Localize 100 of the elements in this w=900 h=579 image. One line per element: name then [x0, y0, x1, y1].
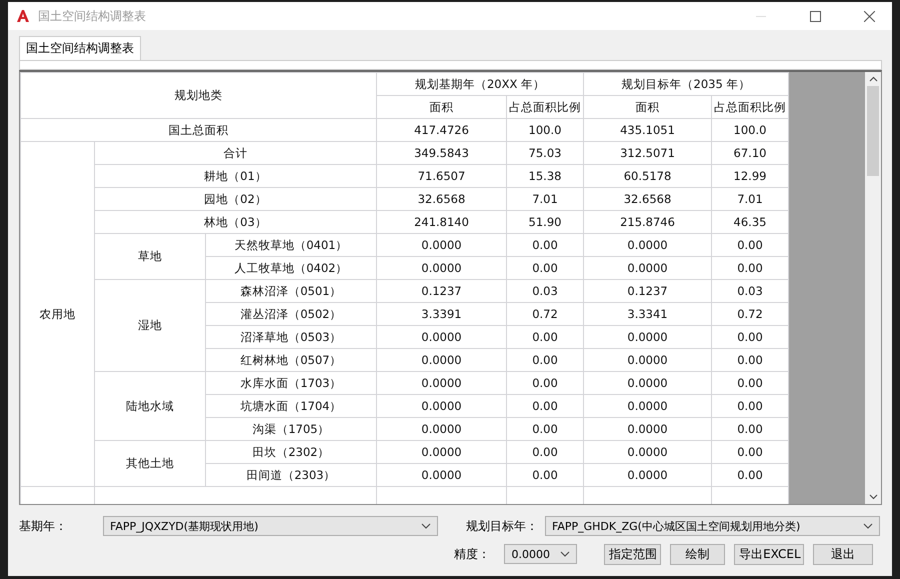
table-cell: 0.00	[712, 256, 788, 280]
table-cell: 陆地水域	[94, 372, 206, 440]
table-cell: 0.0000	[584, 256, 712, 280]
table-cell: 0.00	[712, 394, 788, 418]
table-cell: 0.72	[506, 302, 584, 326]
table-cell: 32.6568	[584, 188, 712, 210]
table-cell: 7.01	[712, 188, 788, 210]
table-cell: 天然牧草地（0401）	[206, 234, 376, 256]
table-cell: 田间道（2303）	[206, 464, 376, 486]
table-cell: 其他土地	[94, 440, 206, 486]
field-label: 规划目标年：	[466, 518, 539, 534]
table-cell: 0.0000	[376, 234, 506, 256]
table-cell: 0.1237	[584, 280, 712, 302]
table-cell: 规划基期年（20XX 年）	[376, 72, 584, 96]
table-cell: 0.0000	[376, 394, 506, 418]
table-cell: 67.10	[712, 142, 788, 164]
table-cell: 耕地（01）	[94, 164, 376, 188]
table-cell: 0.00	[712, 348, 788, 372]
table-cell: 349.5843	[376, 142, 506, 164]
table-cell: 灌丛沼泽（0502）	[206, 302, 376, 326]
table-cell: 12.99	[712, 164, 788, 188]
action-button[interactable]: 导出EXCEL	[734, 544, 804, 564]
close-icon	[864, 10, 874, 22]
table-cell: 0.0000	[376, 372, 506, 394]
table-cell: 0.00	[506, 464, 584, 486]
table-cell: 沼泽草地（0503）	[206, 326, 376, 348]
maximize-icon	[810, 10, 820, 22]
table-cell: 0.0000	[376, 440, 506, 464]
target-year-dropdown[interactable]: FAPP_GHDK_ZG(中心城区国土空间规划用地分类)	[545, 516, 880, 536]
table-cell: 7.01	[506, 188, 584, 210]
table-cell: 32.6568	[376, 188, 506, 210]
table-cell: 合计	[94, 142, 376, 164]
table-cell: 沟渠（1705）	[206, 418, 376, 440]
table-cell: 0.00	[506, 418, 584, 440]
app-logo-icon	[16, 9, 30, 23]
table-cell: 0.00	[712, 372, 788, 394]
table-cell: 215.8746	[584, 210, 712, 234]
tab[interactable]: 国土空间结构调整表	[19, 36, 141, 60]
scrollbar-thumb[interactable]	[867, 86, 879, 176]
table-cell: 46.35	[712, 210, 788, 234]
table-cell: 面积	[376, 96, 506, 118]
table-cell: 0.0000	[584, 372, 712, 394]
table-cell: 人工牧草地（0402）	[206, 256, 376, 280]
table-cell: 田坎（2302）	[206, 440, 376, 464]
table-cell: 0.0000	[584, 394, 712, 418]
table-cell: 农用地	[20, 142, 94, 486]
table-cell: 0.00	[506, 440, 584, 464]
table-cell: 0.0000	[584, 440, 712, 464]
table-cell: 0.00	[506, 326, 584, 348]
table-cell: 0.0000	[584, 234, 712, 256]
table-cell: 71.6507	[376, 164, 506, 188]
table-cell: 林地（03）	[94, 210, 376, 234]
table-cell: 312.5071	[584, 142, 712, 164]
table-cell: 0.72	[712, 302, 788, 326]
table-cell: 湿地	[94, 280, 206, 372]
base-year-dropdown[interactable]: FAPP_JQXZYD(基期现状用地)	[103, 516, 438, 536]
table-cell: 0.03	[712, 280, 788, 302]
table-cell: 0.0000	[584, 418, 712, 440]
table-cell: 100.0	[506, 118, 584, 142]
table-cell: 60.5178	[584, 164, 712, 188]
table-cell: 占总面积比例	[506, 96, 584, 118]
table-cell: 417.4726	[376, 118, 506, 142]
table-cell: 0.0000	[584, 326, 712, 348]
table-cell: 0.1237	[376, 280, 506, 302]
window-title: 国土空间结构调整表	[38, 8, 147, 24]
action-button[interactable]: 指定范围	[604, 544, 662, 564]
scrollbar[interactable]	[865, 72, 881, 504]
table-cell: 0.00	[712, 440, 788, 464]
table-cell: 0.00	[712, 326, 788, 348]
field-label: 精度：	[454, 546, 491, 562]
table-cell: 0.0000	[376, 418, 506, 440]
chevron-down-icon	[560, 551, 570, 557]
table-cell: 森林沼泽（0501）	[206, 280, 376, 302]
table-cell: 0.00	[506, 394, 584, 418]
action-button[interactable]: 退出	[813, 544, 873, 564]
table-cell: 0.0000	[376, 464, 506, 486]
table-cell: 0.0000	[584, 348, 712, 372]
table-cell: 0.0000	[376, 326, 506, 348]
table-cell: 坑塘水面（1704）	[206, 394, 376, 418]
table-cell: 规划地类	[20, 72, 376, 118]
chevron-down-icon	[863, 523, 873, 529]
table-cell: 75.03	[506, 142, 584, 164]
table-cell: 0.03	[506, 280, 584, 302]
table-cell: 草地	[94, 234, 206, 280]
table-cell: 0.00	[712, 418, 788, 440]
table-cell: 241.8140	[376, 210, 506, 234]
table-cell: 0.0000	[376, 348, 506, 372]
chevron-down-icon	[421, 523, 431, 529]
table-cell: 红树林地（0507）	[206, 348, 376, 372]
table-cell: 占总面积比例	[712, 96, 788, 118]
table-cell: 3.3341	[584, 302, 712, 326]
precision-dropdown[interactable]: 0.0000	[504, 544, 577, 564]
table-cell: 0.00	[712, 464, 788, 486]
table-cell: 国土总面积	[20, 118, 376, 142]
table-cell: 0.00	[506, 348, 584, 372]
table-cell: 规划目标年（2035 年）	[584, 72, 788, 96]
table-cell: 园地（02）	[94, 188, 376, 210]
action-button[interactable]: 绘制	[670, 544, 726, 564]
table-cell: 51.90	[506, 210, 584, 234]
table-cell: 水库水面（1703）	[206, 372, 376, 394]
